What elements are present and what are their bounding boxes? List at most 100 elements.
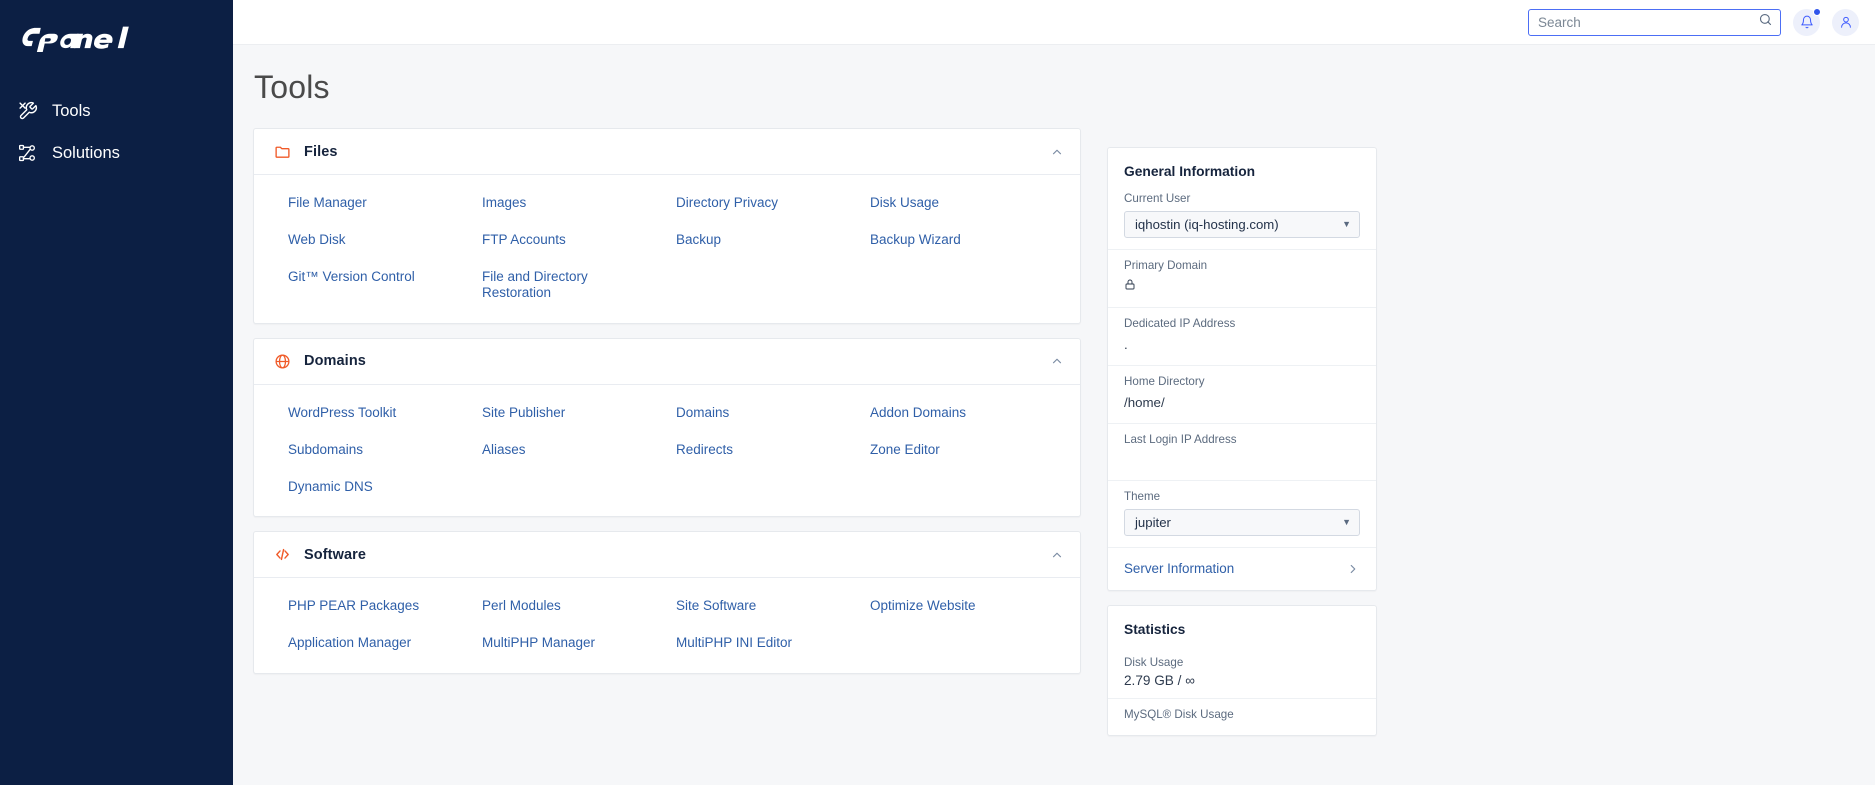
tool-link[interactable]: Optimize Website bbox=[870, 598, 1020, 614]
home-directory-row: Home Directory /home/ bbox=[1108, 365, 1376, 423]
search-input[interactable] bbox=[1538, 14, 1758, 30]
primary-domain-row: Primary Domain bbox=[1108, 249, 1376, 307]
current-user-value: iqhostin (iq-hosting.com) bbox=[1135, 217, 1279, 233]
home-directory-label: Home Directory bbox=[1124, 375, 1205, 389]
lock-icon bbox=[1124, 278, 1136, 291]
current-user-row: Current User iqhostin (iq-hosting.com) ▼ bbox=[1108, 189, 1376, 249]
search-box[interactable] bbox=[1528, 8, 1781, 36]
theme-value: jupiter bbox=[1135, 515, 1171, 531]
tool-link[interactable]: Backup Wizard bbox=[870, 232, 1020, 248]
tool-link[interactable]: Addon Domains bbox=[870, 405, 1020, 421]
tool-link[interactable]: Git™ Version Control bbox=[288, 269, 438, 285]
primary-domain-value bbox=[1124, 278, 1360, 296]
theme-label: Theme bbox=[1124, 490, 1161, 504]
section-files-header[interactable]: Files bbox=[254, 129, 1080, 175]
chevron-up-icon[interactable] bbox=[1050, 354, 1064, 368]
server-information-link[interactable]: Server Information bbox=[1108, 547, 1376, 590]
general-information-panel: General Information Current User iqhosti… bbox=[1107, 147, 1377, 592]
tool-link[interactable]: FTP Accounts bbox=[482, 232, 632, 248]
section-software-links: PHP PEAR Packages Perl Modules Site Soft… bbox=[254, 578, 1080, 673]
chevron-down-icon: ▼ bbox=[1342, 219, 1351, 230]
panel-title: Statistics bbox=[1124, 622, 1186, 638]
tool-link[interactable]: WordPress Toolkit bbox=[288, 405, 438, 421]
tools-column: Tools Files File Manager Images Director… bbox=[253, 45, 1081, 785]
notification-badge bbox=[1813, 7, 1821, 16]
tool-link[interactable]: MultiPHP INI Editor bbox=[676, 635, 826, 651]
tool-link[interactable]: Perl Modules bbox=[482, 598, 632, 614]
stat-row: Disk Usage 2.79 GB / ∞ bbox=[1108, 647, 1376, 698]
sidebar: Tools Solutions bbox=[0, 0, 233, 785]
theme-select[interactable]: jupiter ▼ bbox=[1124, 509, 1360, 537]
chevron-up-icon[interactable] bbox=[1050, 548, 1064, 562]
chevron-right-icon bbox=[1346, 562, 1360, 576]
section-files: Files File Manager Images Directory Priv… bbox=[253, 128, 1081, 324]
dedicated-ip-row: Dedicated IP Address . bbox=[1108, 307, 1376, 365]
primary-domain-label: Primary Domain bbox=[1124, 259, 1208, 273]
search-icon[interactable] bbox=[1758, 12, 1773, 32]
sidebar-item-tools[interactable]: Tools bbox=[0, 90, 233, 132]
stat-row: MySQL® Disk Usage bbox=[1108, 698, 1376, 735]
tool-link[interactable]: Aliases bbox=[482, 442, 632, 458]
tool-link[interactable]: Directory Privacy bbox=[676, 195, 826, 211]
panel-title: General Information bbox=[1124, 164, 1256, 179]
theme-row: Theme jupiter ▼ bbox=[1108, 480, 1376, 547]
tool-link[interactable]: Images bbox=[482, 195, 632, 211]
section-domains-header[interactable]: Domains bbox=[254, 339, 1080, 385]
account-button[interactable] bbox=[1832, 8, 1859, 36]
page-title: Tools bbox=[254, 69, 330, 105]
tool-link[interactable]: Web Disk bbox=[288, 232, 438, 248]
stat-value: 2.79 GB / ∞ bbox=[1124, 673, 1195, 689]
tool-link[interactable]: Domains bbox=[676, 405, 826, 421]
tool-link[interactable]: Subdomains bbox=[288, 442, 438, 458]
last-login-ip-label: Last Login IP Address bbox=[1124, 433, 1237, 447]
statistics-panel: Statistics Disk Usage 2.79 GB / ∞ MySQL®… bbox=[1107, 605, 1377, 737]
chevron-up-icon[interactable] bbox=[1050, 145, 1064, 159]
notifications-button[interactable] bbox=[1793, 7, 1821, 36]
section-title: Software bbox=[304, 546, 367, 563]
tool-link[interactable]: Zone Editor bbox=[870, 442, 1020, 458]
dedicated-ip-label: Dedicated IP Address bbox=[1124, 317, 1236, 331]
stat-label: MySQL® Disk Usage bbox=[1124, 708, 1234, 722]
section-software: Software PHP PEAR Packages Perl Modules … bbox=[253, 531, 1081, 675]
tool-link[interactable]: Site Software bbox=[676, 598, 826, 614]
chevron-down-icon: ▼ bbox=[1342, 517, 1351, 528]
cpanel-logo[interactable] bbox=[0, 10, 233, 66]
section-title: Domains bbox=[304, 353, 366, 370]
top-bar bbox=[233, 0, 1875, 45]
tool-link[interactable]: Application Manager bbox=[288, 635, 438, 651]
tool-link[interactable]: Redirects bbox=[676, 442, 826, 458]
tool-link[interactable]: Dynamic DNS bbox=[288, 479, 438, 495]
sidebar-item-label: Tools bbox=[52, 101, 91, 120]
tool-link[interactable]: PHP PEAR Packages bbox=[288, 598, 438, 614]
current-user-select[interactable]: iqhostin (iq-hosting.com) ▼ bbox=[1124, 211, 1360, 239]
solutions-icon bbox=[18, 143, 38, 163]
current-user-label: Current User bbox=[1124, 192, 1191, 205]
right-rail: General Information Current User iqhosti… bbox=[1107, 45, 1377, 785]
tool-link[interactable]: Site Publisher bbox=[482, 405, 632, 421]
content-region: Tools Files File Manager Images Director… bbox=[233, 45, 1875, 785]
tool-link[interactable]: File and Directory Restoration bbox=[482, 269, 632, 301]
last-login-ip-value bbox=[1124, 452, 1360, 469]
stat-label: Disk Usage bbox=[1124, 656, 1184, 670]
server-information-label: Server Information bbox=[1124, 561, 1235, 577]
sidebar-item-label: Solutions bbox=[52, 143, 120, 162]
folder-icon bbox=[273, 142, 292, 161]
section-files-links: File Manager Images Directory Privacy Di… bbox=[254, 175, 1080, 323]
cpanel-logo-icon bbox=[22, 26, 129, 52]
tools-icon bbox=[18, 101, 38, 121]
code-icon bbox=[273, 545, 292, 564]
dedicated-ip-value: . bbox=[1124, 337, 1128, 353]
tool-link[interactable]: Disk Usage bbox=[870, 195, 1020, 211]
section-title: Files bbox=[304, 143, 338, 160]
tool-link[interactable]: MultiPHP Manager bbox=[482, 635, 632, 651]
sidebar-nav: Tools Solutions bbox=[0, 90, 233, 174]
globe-icon bbox=[273, 352, 292, 371]
tool-link[interactable]: Backup bbox=[676, 232, 826, 248]
app-root: Tools Solutions Search Tools Files File … bbox=[0, 0, 1875, 785]
section-domains-links: WordPress Toolkit Site Publisher Domains… bbox=[254, 385, 1080, 517]
last-login-ip-row: Last Login IP Address bbox=[1108, 423, 1376, 480]
sidebar-item-solutions[interactable]: Solutions bbox=[0, 132, 233, 174]
tool-link[interactable]: File Manager bbox=[288, 195, 438, 211]
section-software-header[interactable]: Software bbox=[254, 532, 1080, 579]
section-domains: Domains WordPress Toolkit Site Publisher… bbox=[253, 337, 1081, 518]
